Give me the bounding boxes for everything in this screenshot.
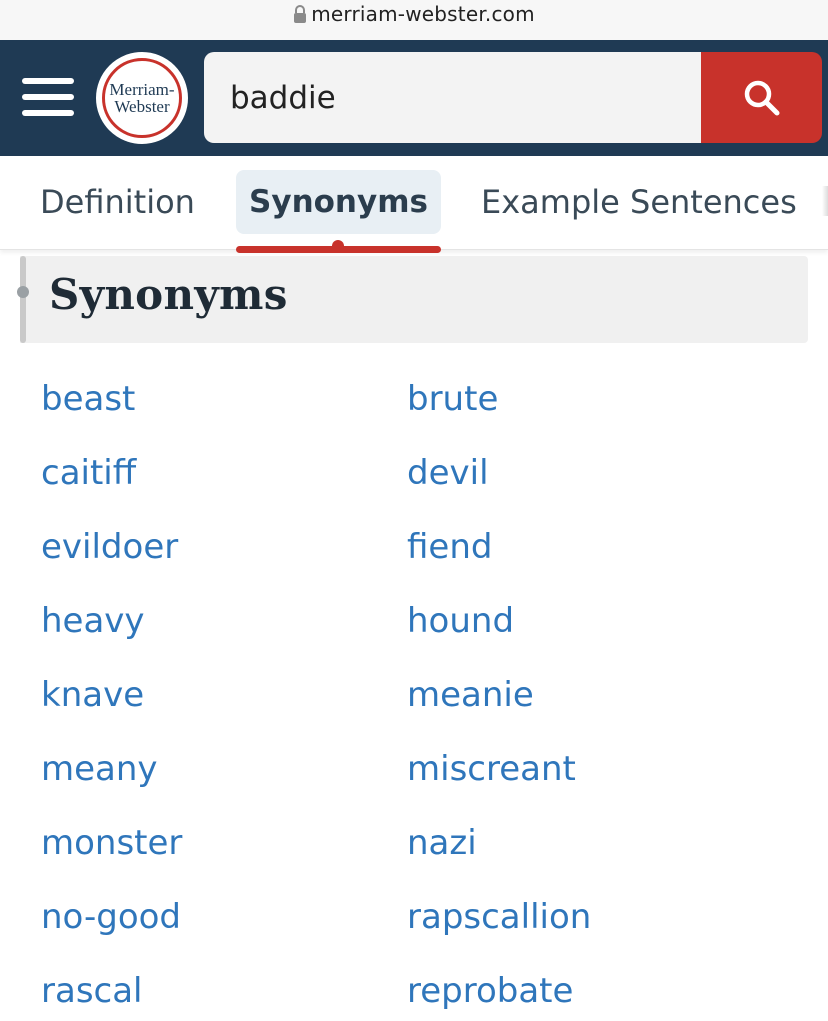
search-icon <box>744 80 779 115</box>
hamburger-menu-icon[interactable] <box>22 78 74 118</box>
tabs-overflow-fade <box>822 186 828 216</box>
section-tabs: Definition Synonyms Example Sentences <box>0 156 828 253</box>
synonym-link[interactable]: knave <box>41 658 144 732</box>
tab-synonyms[interactable]: Synonyms <box>236 170 441 234</box>
url-text: merriam-webster.com <box>311 2 535 26</box>
section-header-bar <box>20 256 26 343</box>
synonym-link[interactable]: monster <box>41 806 182 880</box>
lock-icon <box>294 5 307 23</box>
search-button[interactable] <box>701 52 822 143</box>
active-tab-indicator-notch <box>332 240 344 252</box>
section-header-dot <box>17 286 29 298</box>
synonym-link[interactable]: hound <box>407 584 514 658</box>
tab-definition[interactable]: Definition <box>40 170 195 234</box>
browser-url-bar[interactable]: merriam-webster.com <box>0 0 828 40</box>
synonym-link[interactable]: no-good <box>41 880 181 954</box>
synonym-link[interactable]: meany <box>41 732 158 806</box>
synonym-link[interactable]: brute <box>407 362 498 436</box>
synonym-link[interactable]: rapscallion <box>407 880 591 954</box>
synonyms-section-header: Synonyms <box>17 256 808 343</box>
site-header: Merriam- Webster <box>0 40 828 156</box>
logo-text-line1: Merriam- <box>109 80 175 99</box>
synonym-link[interactable]: beast <box>41 362 135 436</box>
synonym-link[interactable]: evildoer <box>41 510 178 584</box>
synonym-link[interactable]: miscreant <box>407 732 576 806</box>
logo-text-line2: Webster <box>114 97 170 116</box>
merriam-webster-logo[interactable]: Merriam- Webster <box>96 52 188 144</box>
synonym-link[interactable]: caitiff <box>41 436 136 510</box>
synonym-link[interactable]: reprobate <box>407 954 573 1021</box>
synonym-link[interactable]: devil <box>407 436 489 510</box>
synonym-link[interactable]: nazi <box>407 806 477 880</box>
section-title: Synonyms <box>49 270 288 319</box>
tab-example-sentences[interactable]: Example Sentences <box>481 170 797 234</box>
synonym-link[interactable]: rascal <box>41 954 143 1021</box>
synonym-link[interactable]: fiend <box>407 510 492 584</box>
search-field[interactable] <box>204 52 702 143</box>
synonym-link[interactable]: meanie <box>407 658 534 732</box>
synonym-link[interactable]: heavy <box>41 584 145 658</box>
search-input[interactable] <box>230 79 670 116</box>
